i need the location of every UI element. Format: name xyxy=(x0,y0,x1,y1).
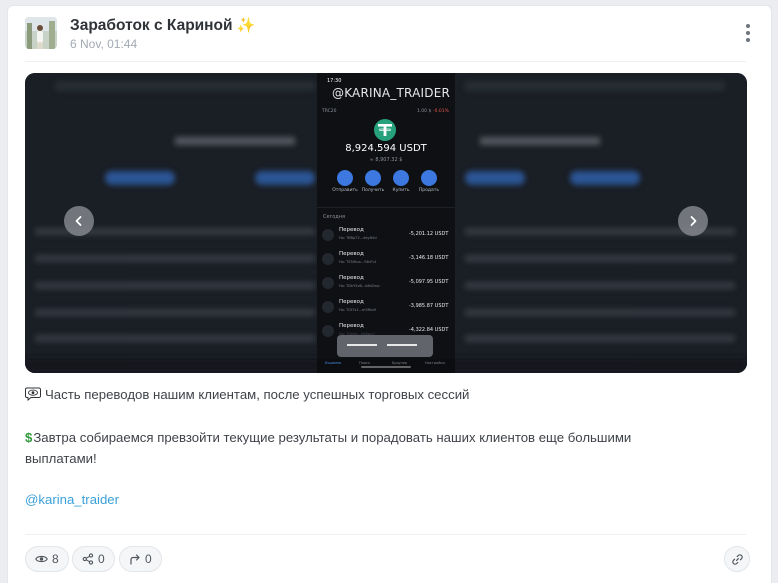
action-receive-label: Получить xyxy=(361,188,385,193)
action-send-label: Отправить xyxy=(332,188,358,193)
tx-amount: -4,322.84 USDT xyxy=(409,327,449,333)
channel-title-text: Заработок с Кариной xyxy=(70,17,233,34)
eye-in-speech-bubble-icon xyxy=(25,387,41,401)
tx-name: Перевод xyxy=(339,275,364,281)
tx-address: На: TBRp72...4eyN5d xyxy=(339,236,377,240)
tx-amount: -3,985.87 USDT xyxy=(409,303,449,309)
mention-link[interactable]: @karina_traider xyxy=(25,492,119,507)
shares-count: 0 xyxy=(98,552,105,566)
more-vertical-icon[interactable] xyxy=(745,24,751,42)
paragraph-2-line-1: Завтра собираемся превзойти текущие резу… xyxy=(33,430,632,445)
post-date: 6 Nov, 01:44 xyxy=(70,37,138,51)
post-paragraph-2: $Завтра собираемся превзойти текущие рез… xyxy=(25,427,725,469)
token-price: 1.00 $ xyxy=(417,109,432,114)
phone-screenshot: 17:30 TRC20 1.00 $ -0.01% 8,924.594 USDT… xyxy=(317,73,455,373)
post-paragraph-1: Часть переводов нашим клиентам, после ус… xyxy=(25,384,725,405)
tx-address: На: TDhY5vB...k8d2mp xyxy=(339,284,380,288)
copy-link-button[interactable] xyxy=(724,546,750,572)
channel-avatar[interactable] xyxy=(25,17,57,49)
forwards-count: 0 xyxy=(145,552,152,566)
tab-browser-label: Браузер xyxy=(392,361,408,365)
token-price-change: -0.01% xyxy=(433,109,449,114)
phone-status-time: 17:30 xyxy=(327,78,342,84)
tx-address: На: TS3t9ua...Y4kFv1 xyxy=(339,260,377,264)
action-sell-label: Продать xyxy=(418,188,440,193)
carousel-next-button[interactable] xyxy=(678,206,708,236)
tx-name: Перевод xyxy=(339,251,364,257)
phone-section-label: Сегодня xyxy=(323,214,345,220)
chevron-right-icon xyxy=(690,216,697,226)
tx-name: Перевод xyxy=(339,323,364,329)
avatar-photo-icon xyxy=(25,17,57,49)
action-buy-label: Купить xyxy=(392,188,410,193)
watermark: @KARINA_TRAIDER xyxy=(332,86,451,100)
phone-balance-fiat: ≈ 8,907.32 $ xyxy=(369,157,403,163)
phone-balance: 8,924.594 USDT xyxy=(345,143,427,154)
tab-search-label: Поиск xyxy=(359,361,371,365)
footer-divider xyxy=(25,534,746,535)
chevron-left-icon xyxy=(75,216,82,226)
tx-amount: -5,097.95 USDT xyxy=(409,279,449,285)
link-icon xyxy=(731,553,743,565)
channel-title[interactable]: Заработок с Кариной ✨ xyxy=(70,16,255,35)
tab-settings-label: Настройки xyxy=(425,361,445,365)
post-card: Заработок с Кариной ✨ 6 Nov, 01:44 17:30… xyxy=(7,5,772,583)
token-label: TRC20 xyxy=(322,109,337,114)
shares-counter[interactable]: 0 xyxy=(72,546,115,572)
dollar-sign-icon: $ xyxy=(25,430,33,445)
share-icon xyxy=(82,553,94,565)
tx-name: Перевод xyxy=(339,227,364,233)
paragraph-2-line-2: выплатами! xyxy=(25,451,97,466)
sparkles-icon: ✨ xyxy=(236,17,256,34)
views-count: 8 xyxy=(52,552,59,566)
tab-wallet-label: Кошелек xyxy=(325,361,342,365)
paragraph-1-text: Часть переводов нашим клиентам, после ус… xyxy=(45,387,470,402)
header-divider xyxy=(25,61,746,62)
forward-arrow-icon xyxy=(130,554,140,565)
carousel-prev-button[interactable] xyxy=(64,206,94,236)
tx-address: На: TQe2b...Hk8wu7 xyxy=(339,332,376,336)
tx-amount: -5,201.12 USDT xyxy=(409,231,449,237)
tx-address: На: TGf7x1...m3Rks9 xyxy=(339,308,377,312)
media-carousel[interactable]: 17:30 TRC20 1.00 $ -0.01% 8,924.594 USDT… xyxy=(25,73,747,373)
forwards-counter[interactable]: 0 xyxy=(119,546,162,572)
tx-amount: -3,146.18 USDT xyxy=(409,255,449,261)
tx-name: Перевод xyxy=(339,299,364,305)
eye-icon xyxy=(35,555,48,563)
views-counter[interactable]: 8 xyxy=(25,546,69,572)
